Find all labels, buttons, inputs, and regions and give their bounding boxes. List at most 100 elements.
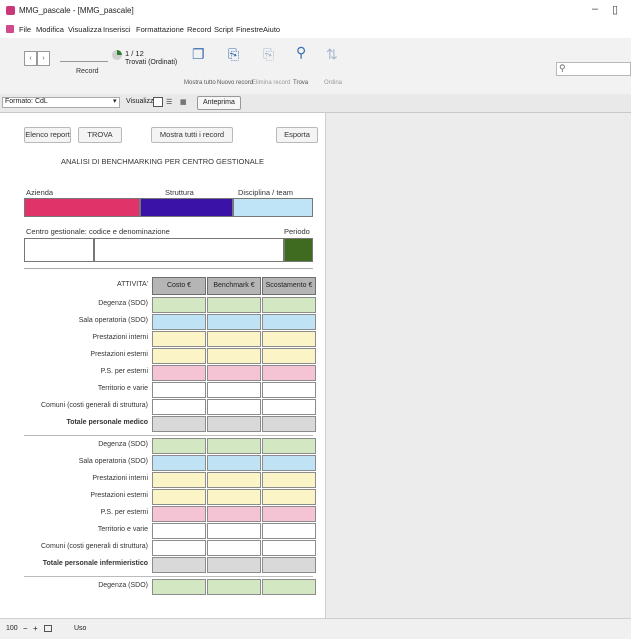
table-cell[interactable] bbox=[262, 579, 316, 595]
table-column-header: Scostamento € bbox=[262, 277, 316, 295]
table-cell[interactable] bbox=[207, 399, 261, 415]
table-cell[interactable] bbox=[262, 314, 316, 330]
find-icon[interactable]: ⚲ bbox=[296, 44, 306, 61]
table-cell[interactable] bbox=[152, 506, 206, 522]
table-cell[interactable] bbox=[262, 506, 316, 522]
minimize-button[interactable]: – bbox=[592, 3, 598, 15]
table-cell[interactable] bbox=[207, 365, 261, 381]
table-cell[interactable] bbox=[152, 523, 206, 539]
menu-aiuto[interactable]: Aiuto bbox=[263, 25, 280, 34]
table-total-cell[interactable] bbox=[152, 557, 206, 573]
table-cell[interactable] bbox=[207, 331, 261, 347]
table-cell[interactable] bbox=[262, 472, 316, 488]
preview-button[interactable]: Anteprima bbox=[197, 96, 241, 110]
table-total-cell[interactable] bbox=[152, 416, 206, 432]
trova-button[interactable]: TROVA bbox=[78, 127, 122, 143]
app-icon bbox=[6, 6, 15, 15]
mostra-tutti-button[interactable]: Mostra tutti i record bbox=[151, 127, 233, 143]
periodo-field[interactable] bbox=[284, 238, 313, 262]
menu-finestre[interactable]: Finestre bbox=[236, 25, 263, 34]
table-cell[interactable] bbox=[207, 489, 261, 505]
record-slider[interactable] bbox=[60, 52, 108, 62]
view-form-icon[interactable] bbox=[153, 97, 163, 107]
mode-label[interactable]: Uso bbox=[74, 625, 86, 632]
table-total-cell[interactable] bbox=[262, 557, 316, 573]
table-cell[interactable] bbox=[207, 472, 261, 488]
table-cell[interactable] bbox=[262, 399, 316, 415]
table-row-label: Comuni (costi generali di struttura) bbox=[41, 402, 148, 409]
table-cell[interactable] bbox=[262, 438, 316, 454]
table-cell[interactable] bbox=[207, 579, 261, 595]
disciplina-field[interactable] bbox=[233, 198, 313, 217]
status-area-icon[interactable] bbox=[44, 625, 52, 632]
menu-formattazione[interactable]: Formattazione bbox=[136, 25, 184, 34]
zoom-in-icon[interactable]: + bbox=[33, 624, 38, 633]
table-cell[interactable] bbox=[262, 455, 316, 471]
view-table-icon[interactable]: ▦ bbox=[180, 98, 187, 106]
menu-script[interactable]: Script bbox=[214, 25, 233, 34]
table-cell[interactable] bbox=[262, 523, 316, 539]
find-label[interactable]: Trova bbox=[293, 80, 308, 86]
table-cell[interactable] bbox=[152, 489, 206, 505]
esporta-button[interactable]: Esporta bbox=[276, 127, 318, 143]
table-cell[interactable] bbox=[152, 365, 206, 381]
table-cell[interactable] bbox=[207, 523, 261, 539]
show-all-icon[interactable]: ❐ bbox=[192, 46, 205, 63]
table-cell[interactable] bbox=[207, 382, 261, 398]
table-cell[interactable] bbox=[207, 540, 261, 556]
table-cell[interactable] bbox=[152, 540, 206, 556]
table-total-cell[interactable] bbox=[207, 416, 261, 432]
table-cell[interactable] bbox=[207, 438, 261, 454]
table-cell[interactable] bbox=[262, 297, 316, 313]
table-cell[interactable] bbox=[262, 365, 316, 381]
table-cell[interactable] bbox=[207, 455, 261, 471]
view-list-icon[interactable]: ☰ bbox=[166, 98, 172, 106]
zoom-level[interactable]: 100 bbox=[6, 625, 18, 632]
sort-icon[interactable]: ⇅ bbox=[326, 46, 338, 63]
menu-inserisci[interactable]: Inserisci bbox=[103, 25, 131, 34]
menu-visualizza[interactable]: Visualizza bbox=[68, 25, 102, 34]
table-cell[interactable] bbox=[207, 297, 261, 313]
table-cell[interactable] bbox=[152, 331, 206, 347]
sort-label[interactable]: Ordina bbox=[324, 80, 342, 86]
centro-name-field[interactable] bbox=[94, 238, 284, 262]
menu-record[interactable]: Record bbox=[187, 25, 211, 34]
centro-label: Centro gestionale: codice e denominazion… bbox=[26, 227, 170, 236]
table-cell[interactable] bbox=[152, 455, 206, 471]
zoom-out-icon[interactable]: − bbox=[23, 624, 28, 633]
table-cell[interactable] bbox=[152, 314, 206, 330]
azienda-field[interactable] bbox=[24, 198, 140, 217]
table-cell[interactable] bbox=[262, 489, 316, 505]
table-cell[interactable] bbox=[262, 382, 316, 398]
table-cell[interactable] bbox=[152, 579, 206, 595]
delete-record-label[interactable]: Elimina record bbox=[252, 80, 290, 86]
menu-file[interactable]: File bbox=[19, 25, 31, 34]
table-cell[interactable] bbox=[152, 399, 206, 415]
table-total-cell[interactable] bbox=[262, 416, 316, 432]
table-cell[interactable] bbox=[152, 348, 206, 364]
next-record-button[interactable]: › bbox=[37, 51, 50, 66]
table-cell[interactable] bbox=[262, 540, 316, 556]
table-row-label: Degenza (SDO) bbox=[98, 582, 148, 589]
table-total-cell[interactable] bbox=[207, 557, 261, 573]
elenco-report-button[interactable]: Elenco report bbox=[24, 127, 71, 143]
centro-code-field[interactable] bbox=[24, 238, 94, 262]
search-field[interactable] bbox=[556, 62, 631, 76]
table-cell[interactable] bbox=[152, 382, 206, 398]
maximize-button[interactable]: ▯ bbox=[612, 3, 618, 16]
table-cell[interactable] bbox=[152, 472, 206, 488]
table-cell[interactable] bbox=[207, 506, 261, 522]
new-record-icon[interactable]: ⎘ bbox=[228, 46, 239, 63]
table-cell[interactable] bbox=[207, 314, 261, 330]
table-cell[interactable] bbox=[262, 331, 316, 347]
struttura-field[interactable] bbox=[140, 198, 233, 217]
show-all-label[interactable]: Mostra tutto bbox=[184, 80, 216, 86]
table-cell[interactable] bbox=[262, 348, 316, 364]
table-cell[interactable] bbox=[207, 348, 261, 364]
prev-record-button[interactable]: ‹ bbox=[24, 51, 37, 66]
new-record-label[interactable]: Nuovo record bbox=[217, 80, 253, 86]
table-cell[interactable] bbox=[152, 297, 206, 313]
menu-modifica[interactable]: Modifica bbox=[36, 25, 64, 34]
delete-record-icon[interactable]: ⎘ bbox=[263, 46, 274, 63]
table-cell[interactable] bbox=[152, 438, 206, 454]
